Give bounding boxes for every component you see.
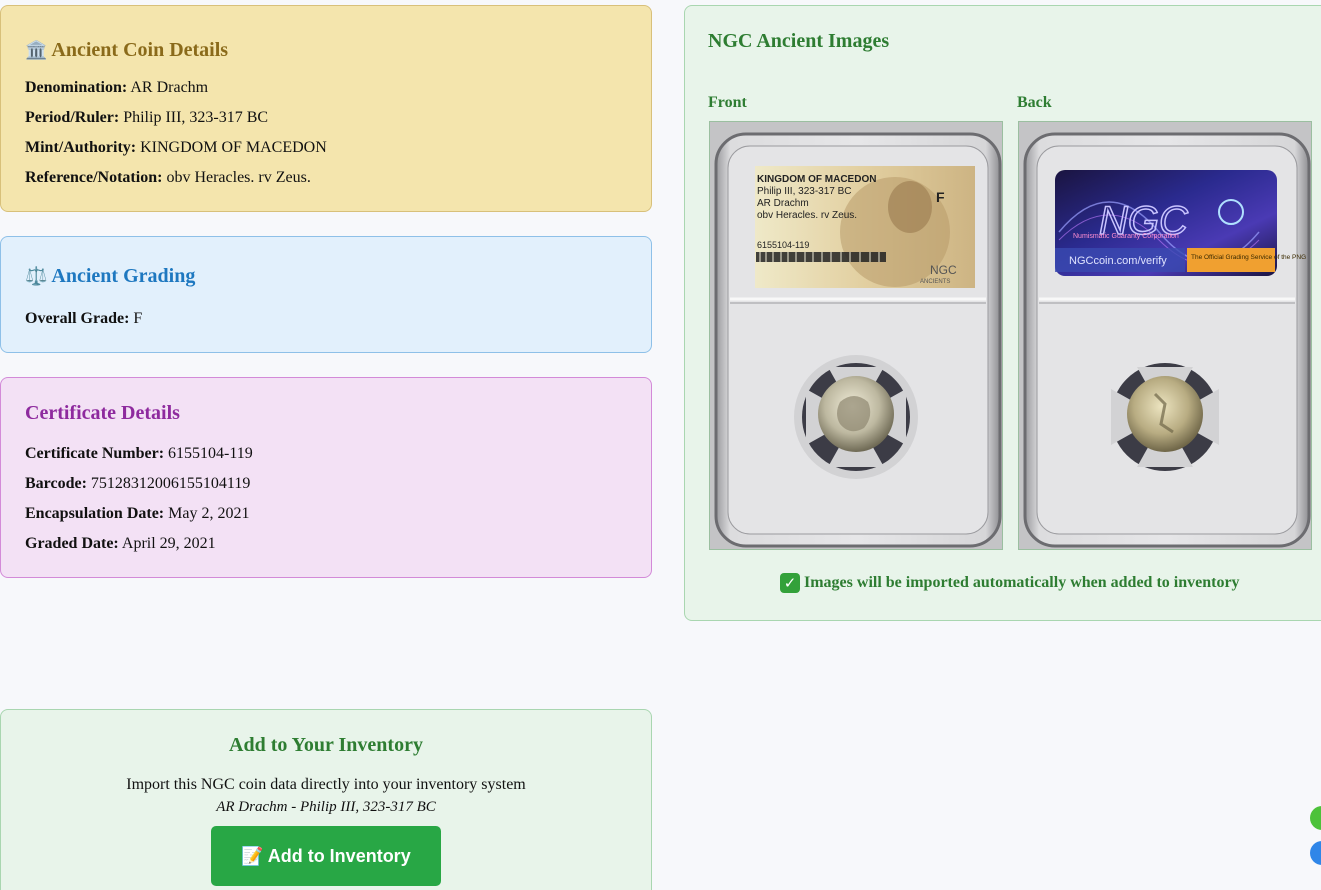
row-value: Philip III, 323-317 BC bbox=[123, 109, 269, 126]
detail-row-cert-number: Certificate Number: 6155104-119 bbox=[25, 444, 253, 464]
front-slab-grade: F bbox=[936, 189, 945, 205]
front-slab-line2: Philip III, 323-317 BC bbox=[757, 186, 852, 197]
certificate-card: Certificate Details Certificate Number: … bbox=[0, 377, 652, 578]
import-note-text: Images will be imported automatically wh… bbox=[804, 574, 1240, 591]
back-coin-image[interactable]: NGC Numismatic Guaranty Corporation NGCc… bbox=[1018, 121, 1312, 550]
front-slab-line3: AR Drachm bbox=[757, 198, 809, 209]
row-label: Certificate Number: bbox=[25, 445, 165, 462]
row-label: Barcode: bbox=[25, 475, 87, 492]
back-slab-graphic: NGC Numismatic Guaranty Corporation NGCc… bbox=[1019, 122, 1311, 549]
detail-row-reference: Reference/Notation: obv Heracles. rv Zeu… bbox=[25, 168, 311, 188]
front-slab-brand: NGC bbox=[930, 263, 957, 277]
row-value: April 29, 2021 bbox=[121, 535, 216, 552]
row-label: Overall Grade: bbox=[25, 310, 130, 327]
add-inventory-subtitle: AR Drachm - Philip III, 323-317 BC bbox=[216, 799, 436, 815]
coin-details-heading: 🏛️ Ancient Coin Details bbox=[25, 39, 228, 62]
detail-row-encapsulation-date: Encapsulation Date: May 2, 2021 bbox=[25, 504, 249, 524]
row-value: May 2, 2021 bbox=[168, 505, 250, 522]
row-value: 75128312006155104119 bbox=[90, 475, 251, 492]
floating-help-button[interactable] bbox=[1310, 841, 1321, 865]
floating-chat-button[interactable] bbox=[1310, 806, 1321, 830]
balance-scale-icon: ⚖️ bbox=[25, 266, 48, 287]
coin-details-title: Ancient Coin Details bbox=[51, 39, 229, 61]
row-label: Graded Date: bbox=[25, 535, 119, 552]
back-slab-verify: NGCcoin.com/verify bbox=[1069, 255, 1167, 267]
front-slab-graphic: KINGDOM OF MACEDON Philip III, 323-317 B… bbox=[710, 122, 1002, 549]
front-slab-cert: 6155104-119 bbox=[757, 240, 809, 250]
row-value: 6155104-119 bbox=[168, 445, 253, 462]
import-note: ✓ Images will be imported automatically … bbox=[780, 573, 1240, 593]
check-mark-icon: ✓ bbox=[780, 573, 800, 593]
front-slab-line4: obv Heracles. rv Zeus. bbox=[757, 210, 857, 221]
add-to-inventory-label: Add to Inventory bbox=[267, 845, 411, 866]
back-slab-official: The Official Grading Service of the PNG bbox=[1191, 254, 1306, 261]
grading-title: Ancient Grading bbox=[51, 265, 196, 287]
row-label: Denomination: bbox=[25, 79, 128, 96]
ngc-images-title: NGC Ancient Images bbox=[708, 30, 890, 52]
add-inventory-description: Import this NGC coin data directly into … bbox=[126, 776, 526, 793]
detail-row-barcode: Barcode: 75128312006155104119 bbox=[25, 474, 250, 494]
row-label: Period/Ruler: bbox=[25, 109, 120, 126]
row-value: KINGDOM OF MACEDON bbox=[140, 139, 327, 156]
back-label: Back bbox=[1017, 94, 1052, 111]
row-value: obv Heracles. rv Zeus. bbox=[166, 169, 311, 186]
detail-row-period: Period/Ruler: Philip III, 323-317 BC bbox=[25, 108, 268, 128]
certificate-title: Certificate Details bbox=[25, 402, 180, 424]
ngc-images-card: NGC Ancient Images Front Back KINGDOM OF… bbox=[684, 5, 1321, 621]
add-inventory-card: Add to Your Inventory Import this NGC co… bbox=[0, 709, 652, 890]
front-slab-line1: KINGDOM OF MACEDON bbox=[757, 174, 876, 185]
front-coin-image[interactable]: KINGDOM OF MACEDON Philip III, 323-317 B… bbox=[709, 121, 1003, 550]
row-value: F bbox=[133, 310, 143, 327]
front-label: Front bbox=[708, 94, 747, 111]
detail-row-mint: Mint/Authority: KINGDOM OF MACEDON bbox=[25, 138, 327, 158]
grading-heading: ⚖️ Ancient Grading bbox=[25, 265, 195, 288]
detail-row-denomination: Denomination: AR Drachm bbox=[25, 78, 208, 98]
row-value: AR Drachm bbox=[130, 79, 209, 96]
back-slab-tagline: Numismatic Guaranty Corporation bbox=[1073, 233, 1179, 240]
row-label: Encapsulation Date: bbox=[25, 505, 165, 522]
front-slab-brand-sub: ANCIENTS bbox=[920, 279, 950, 285]
grading-card: ⚖️ Ancient Grading Overall Grade: F bbox=[0, 236, 652, 353]
memo-icon: 📝 bbox=[241, 845, 264, 867]
add-inventory-title: Add to Your Inventory bbox=[229, 734, 423, 756]
row-label: Mint/Authority: bbox=[25, 139, 137, 156]
classical-building-icon: 🏛️ bbox=[25, 40, 48, 61]
add-to-inventory-button[interactable]: 📝 Add to Inventory bbox=[211, 826, 441, 886]
detail-row-graded-date: Graded Date: April 29, 2021 bbox=[25, 534, 216, 554]
coin-details-card: 🏛️ Ancient Coin Details Denomination: AR… bbox=[0, 5, 652, 212]
row-label: Reference/Notation: bbox=[25, 169, 163, 186]
detail-row-overall-grade: Overall Grade: F bbox=[25, 309, 142, 329]
